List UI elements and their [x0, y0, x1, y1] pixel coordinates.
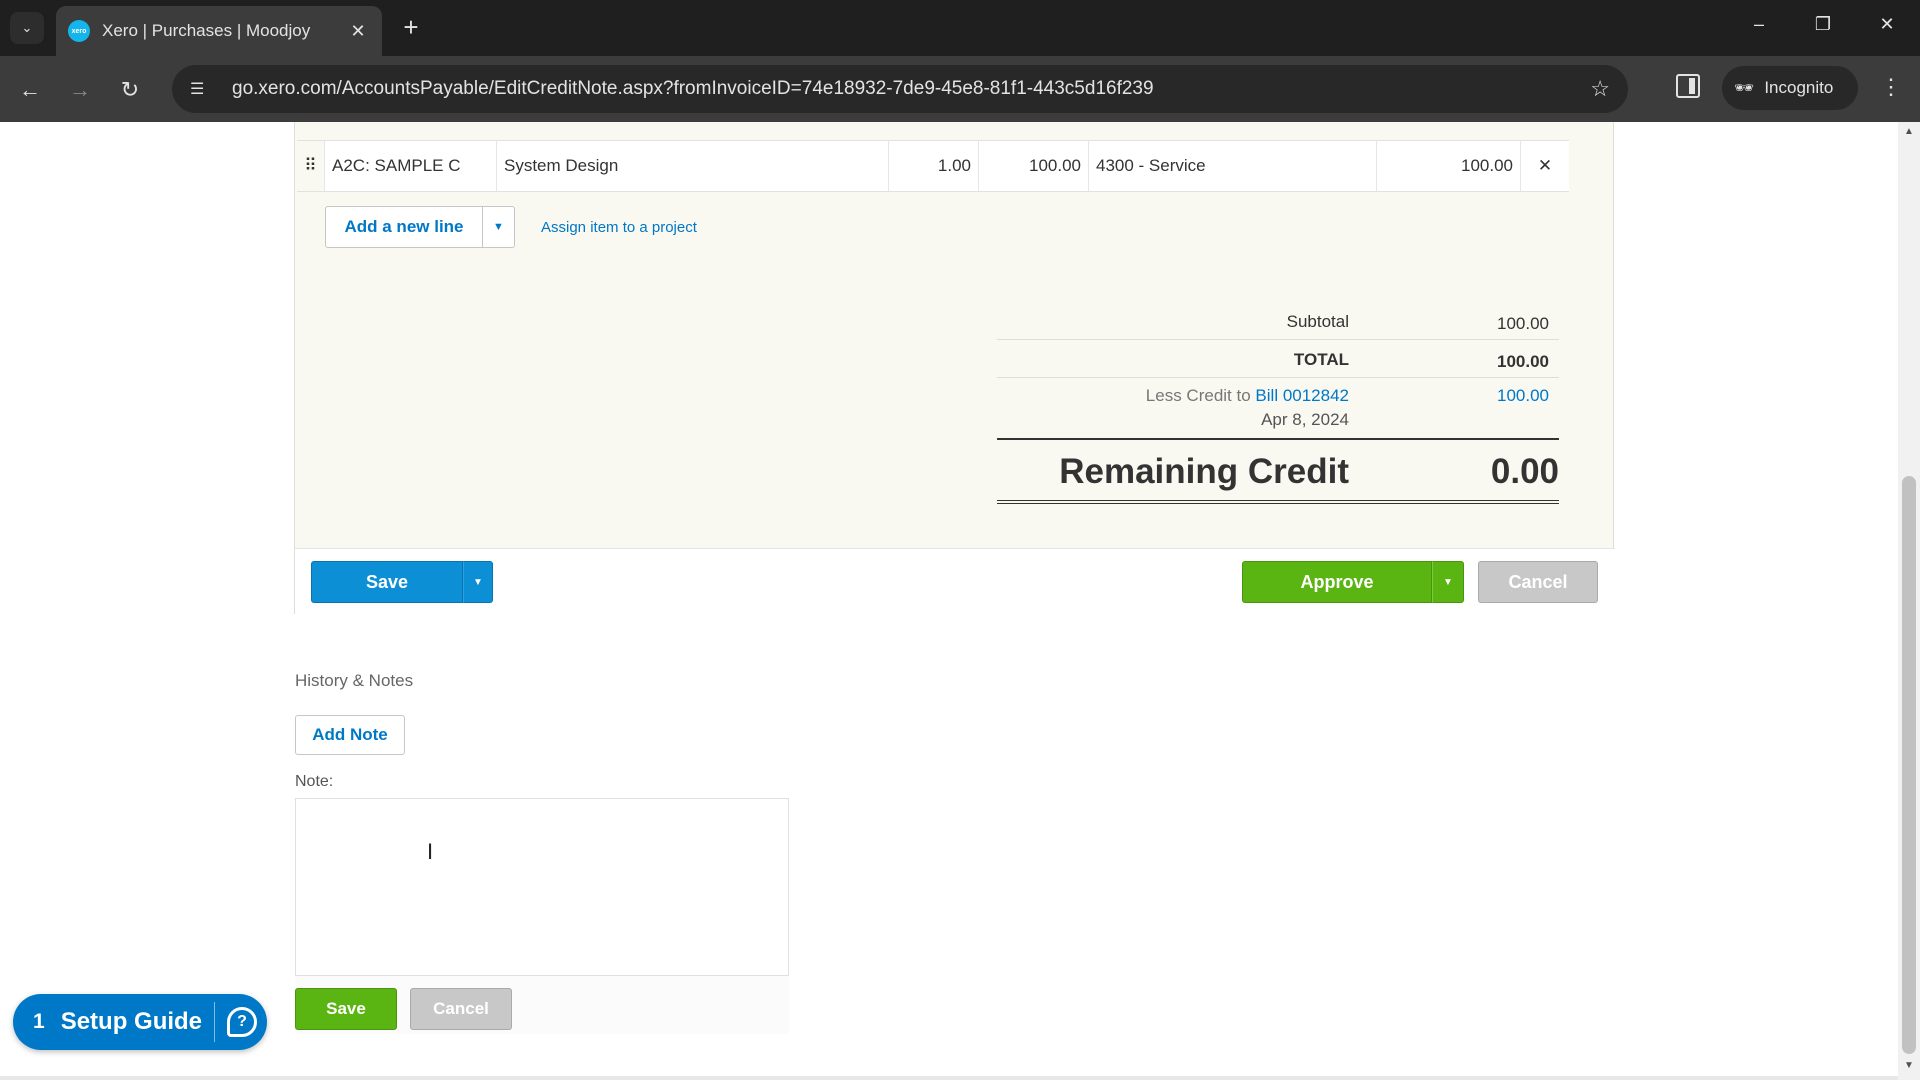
line-description-cell[interactable]: System Design — [497, 141, 889, 191]
note-save-button[interactable]: Save — [295, 988, 397, 1030]
page-scrollbar[interactable]: ▲ ▼ — [1898, 122, 1920, 1080]
new-tab-button[interactable]: + — [396, 12, 426, 42]
tab-close-icon[interactable]: ✕ — [346, 21, 370, 42]
save-button-group: Save ▼ — [311, 561, 493, 603]
reload-button[interactable]: ↻ — [114, 74, 146, 106]
tab-title: Xero | Purchases | Moodjoy — [102, 21, 311, 40]
add-new-line-button[interactable]: Add a new line — [325, 206, 483, 248]
totals-section: Subtotal 100.00 TOTAL 100.00 Less Credit… — [997, 302, 1559, 504]
total-value: 100.00 — [1497, 352, 1549, 371]
tab-list-button[interactable]: ⌄ — [10, 12, 44, 44]
subtotal-value: 100.00 — [1497, 314, 1549, 333]
browser-tab[interactable]: xero Xero | Purchases | Moodjoy ✕ — [56, 6, 382, 56]
page-bottom-edge — [0, 1076, 1898, 1080]
setup-guide-count: 1 — [33, 1010, 45, 1033]
setup-guide-label: Setup Guide — [60, 1008, 203, 1035]
chevron-down-icon: ⌄ — [21, 20, 33, 35]
forward-button[interactable]: → — [64, 74, 96, 106]
remaining-credit-row: Remaining Credit 0.00 — [997, 440, 1559, 504]
add-note-button[interactable]: Add Note — [295, 715, 405, 755]
restore-button[interactable]: ❐ — [1808, 14, 1838, 35]
minimize-icon: – — [1753, 14, 1764, 34]
line-quantity-cell[interactable]: 1.00 — [889, 141, 979, 191]
scroll-down-icon[interactable]: ▼ — [1904, 1060, 1914, 1071]
subtotal-row: Subtotal 100.00 — [997, 302, 1559, 340]
minimize-button[interactable]: – — [1744, 14, 1774, 35]
incognito-icon: 🕶 — [1734, 80, 1755, 97]
table-row: ⠿ A2C: SAMPLE C System Design 1.00 100.0… — [297, 140, 1569, 192]
less-credit-label: Less Credit to Bill 0012842 — [1146, 386, 1349, 406]
line-unit-price-cell[interactable]: 100.00 — [979, 141, 1089, 191]
assign-project-link[interactable]: Assign item to a project — [541, 219, 697, 236]
credit-note-form: ⠿ A2C: SAMPLE C System Design 1.00 100.0… — [294, 122, 1615, 614]
arrow-right-icon: → — [69, 77, 91, 102]
total-label: TOTAL — [1293, 350, 1349, 369]
remaining-credit-label: Remaining Credit — [1059, 452, 1349, 491]
credit-value-link[interactable]: 100.00 — [1497, 386, 1549, 406]
line-amount-cell[interactable]: 100.00 — [1377, 141, 1521, 191]
tune-icon[interactable]: ☰ — [190, 79, 214, 99]
remove-line-icon[interactable]: ✕ — [1521, 141, 1569, 191]
form-action-bar: Save ▼ Approve ▼ Cancel — [295, 548, 1615, 614]
remaining-credit-value: 0.00 — [1490, 452, 1559, 491]
save-button[interactable]: Save — [311, 561, 463, 603]
setup-guide-divider — [214, 1002, 215, 1042]
text-cursor-icon: I — [427, 839, 434, 864]
add-line-group: Add a new line ▼ — [325, 206, 515, 248]
help-chat-icon: ? — [227, 1007, 257, 1037]
credit-bill-link[interactable]: Bill 0012842 — [1255, 386, 1349, 405]
history-notes-title: History & Notes — [295, 671, 414, 690]
star-icon[interactable]: ☆ — [1590, 76, 1610, 102]
approve-button-group: Approve ▼ — [1242, 561, 1464, 603]
setup-guide-button[interactable]: 1 Setup Guide ? — [13, 994, 267, 1050]
less-credit-prefix: Less Credit to — [1145, 386, 1251, 405]
total-row: TOTAL 100.00 — [997, 340, 1559, 378]
browser-toolbar: ← → ↻ ☰ go.xero.com/AccountsPayable/Edit… — [0, 56, 1920, 122]
line-item-cell[interactable]: A2C: SAMPLE C — [325, 141, 497, 191]
cancel-button[interactable]: Cancel — [1478, 561, 1598, 603]
back-button[interactable]: ← — [14, 74, 46, 106]
address-bar[interactable]: ☰ go.xero.com/AccountsPayable/EditCredit… — [172, 65, 1628, 113]
drag-handle-icon[interactable]: ⠿ — [297, 141, 325, 191]
side-panel-icon[interactable] — [1676, 74, 1700, 98]
subtotal-label: Subtotal — [1286, 312, 1349, 331]
restore-icon: ❐ — [1814, 14, 1832, 34]
incognito-label: Incognito — [1764, 78, 1834, 97]
caret-down-icon: ▼ — [1443, 576, 1453, 588]
xero-favicon-icon: xero — [68, 20, 90, 42]
plus-icon: + — [403, 12, 419, 42]
line-account-cell[interactable]: 4300 - Service — [1089, 141, 1377, 191]
note-textarea[interactable] — [295, 798, 789, 976]
caret-down-icon: ▼ — [493, 221, 504, 233]
approve-dropdown-button[interactable]: ▼ — [1432, 561, 1464, 603]
close-window-button[interactable]: ✕ — [1872, 14, 1902, 35]
scroll-up-icon[interactable]: ▲ — [1904, 126, 1914, 137]
more-vertical-icon[interactable]: ⋮ — [1880, 74, 1902, 100]
caret-down-icon: ▼ — [473, 576, 483, 588]
url-text[interactable]: go.xero.com/AccountsPayable/EditCreditNo… — [232, 78, 1590, 100]
note-cancel-button[interactable]: Cancel — [410, 988, 512, 1030]
browser-tabbar: ⌄ xero Xero | Purchases | Moodjoy ✕ + – … — [0, 0, 1920, 56]
reload-icon: ↻ — [120, 77, 140, 102]
page-content: ⠿ A2C: SAMPLE C System Design 1.00 100.0… — [0, 122, 1920, 1080]
note-label: Note: — [295, 773, 334, 790]
add-line-dropdown-button[interactable]: ▼ — [483, 206, 515, 248]
credit-date: Apr 8, 2024 — [1261, 410, 1349, 429]
scrollbar-thumb[interactable] — [1902, 476, 1916, 1054]
arrow-left-icon: ← — [19, 77, 41, 102]
incognito-indicator[interactable]: 🕶 Incognito — [1722, 66, 1858, 110]
less-credit-row: Less Credit to Bill 0012842 Apr 8, 2024 … — [997, 378, 1559, 440]
approve-button[interactable]: Approve — [1242, 561, 1432, 603]
save-dropdown-button[interactable]: ▼ — [463, 561, 493, 603]
close-icon: ✕ — [1879, 14, 1895, 34]
